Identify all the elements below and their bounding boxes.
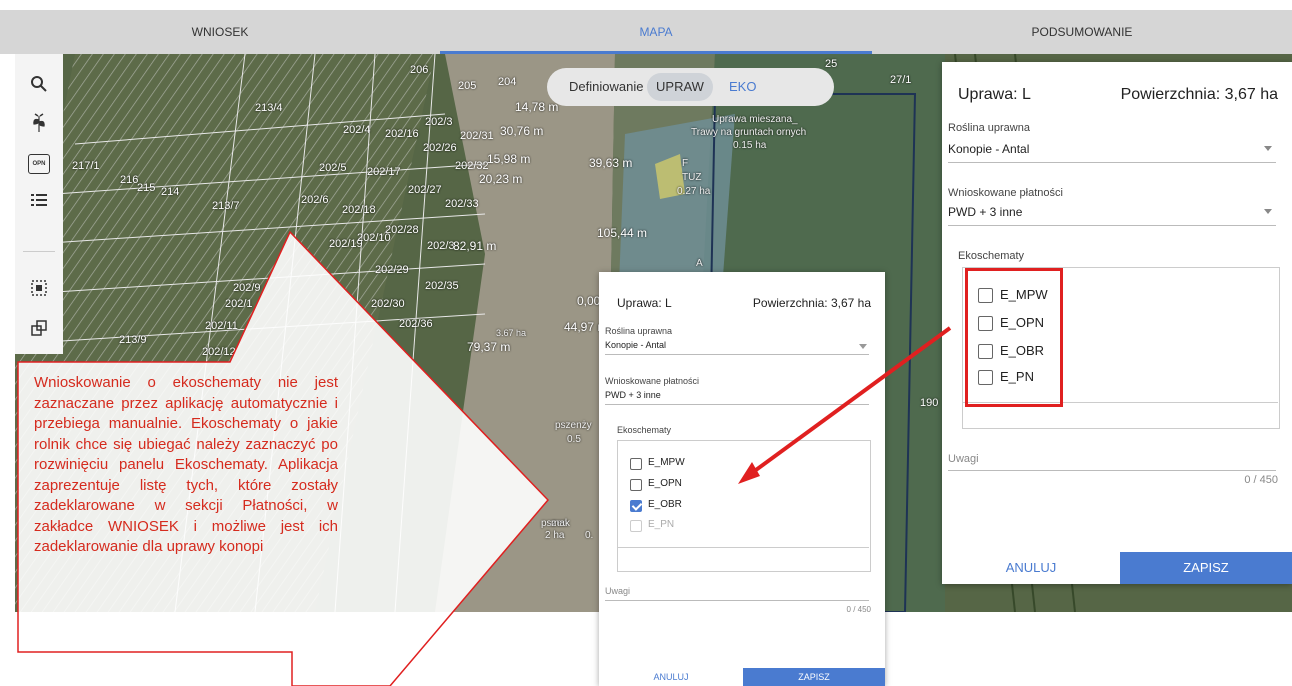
- callout-text: Wnioskowanie o ekoschematy nie jest zazn…: [34, 374, 338, 555]
- callout-bubble: [17, 230, 550, 686]
